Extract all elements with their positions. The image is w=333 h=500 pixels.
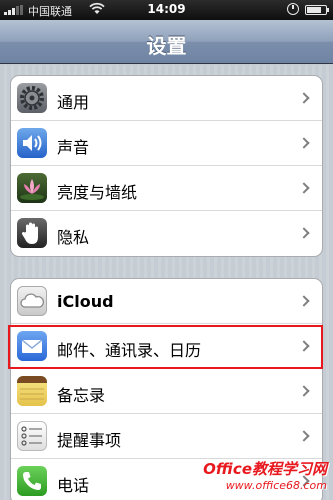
settings-item-general[interactable]: 通用 [11, 76, 322, 121]
chevron-right-icon [298, 295, 310, 307]
navigation-bar: 设置 [0, 20, 333, 64]
gear-icon [17, 83, 47, 113]
cloud-icon [17, 286, 47, 316]
checklist-icon [17, 421, 47, 451]
settings-item-brightness-wallpaper[interactable]: 亮度与墙纸 [11, 166, 322, 211]
status-time: 14:09 [147, 2, 186, 16]
settings-item-label: 电话 [57, 476, 90, 495]
settings-item-privacy[interactable]: 隐私 [11, 211, 322, 256]
highlight-box [8, 325, 323, 369]
alarm-clock-icon [287, 3, 299, 15]
settings-item-label: 声音 [57, 138, 90, 157]
settings-item-icloud[interactable]: iCloud [11, 279, 322, 324]
notepad-icon [17, 376, 47, 406]
battery-icon [305, 5, 329, 15]
page-title: 设置 [146, 34, 187, 58]
settings-list[interactable]: 通用 声音 亮度与墙纸 隐私 iCloud 邮件、通讯录、日历 备忘录 提醒事项… [0, 65, 333, 500]
watermark-title: Office教程学习网 [203, 460, 327, 478]
hand-icon [17, 218, 47, 248]
settings-item-label: 提醒事项 [57, 431, 122, 450]
settings-item-label: iCloud [57, 292, 114, 311]
settings-item-label: 通用 [57, 93, 90, 112]
settings-group-system: 通用 声音 亮度与墙纸 隐私 [10, 75, 323, 257]
phone-icon [17, 466, 47, 496]
settings-item-label: 备忘录 [57, 386, 106, 405]
settings-item-label: 隐私 [57, 228, 90, 247]
settings-item-sounds[interactable]: 声音 [11, 121, 322, 166]
watermark-url: www.office68.com [225, 479, 327, 492]
chevron-right-icon [298, 227, 310, 239]
chevron-right-icon [298, 92, 310, 104]
status-bar: 中国联通 14:09 [0, 0, 333, 20]
settings-item-reminders[interactable]: 提醒事项 [11, 414, 322, 459]
speaker-icon [17, 128, 47, 158]
lotus-flower-icon [17, 173, 47, 203]
chevron-right-icon [298, 137, 310, 149]
chevron-right-icon [298, 430, 310, 442]
chevron-right-icon [298, 385, 310, 397]
battery-level [307, 7, 322, 13]
chevron-right-icon [298, 182, 310, 194]
settings-item-notes[interactable]: 备忘录 [11, 369, 322, 414]
settings-item-label: 亮度与墙纸 [57, 183, 138, 202]
watermark: Office教程学习网 www.office68.com [203, 458, 327, 492]
